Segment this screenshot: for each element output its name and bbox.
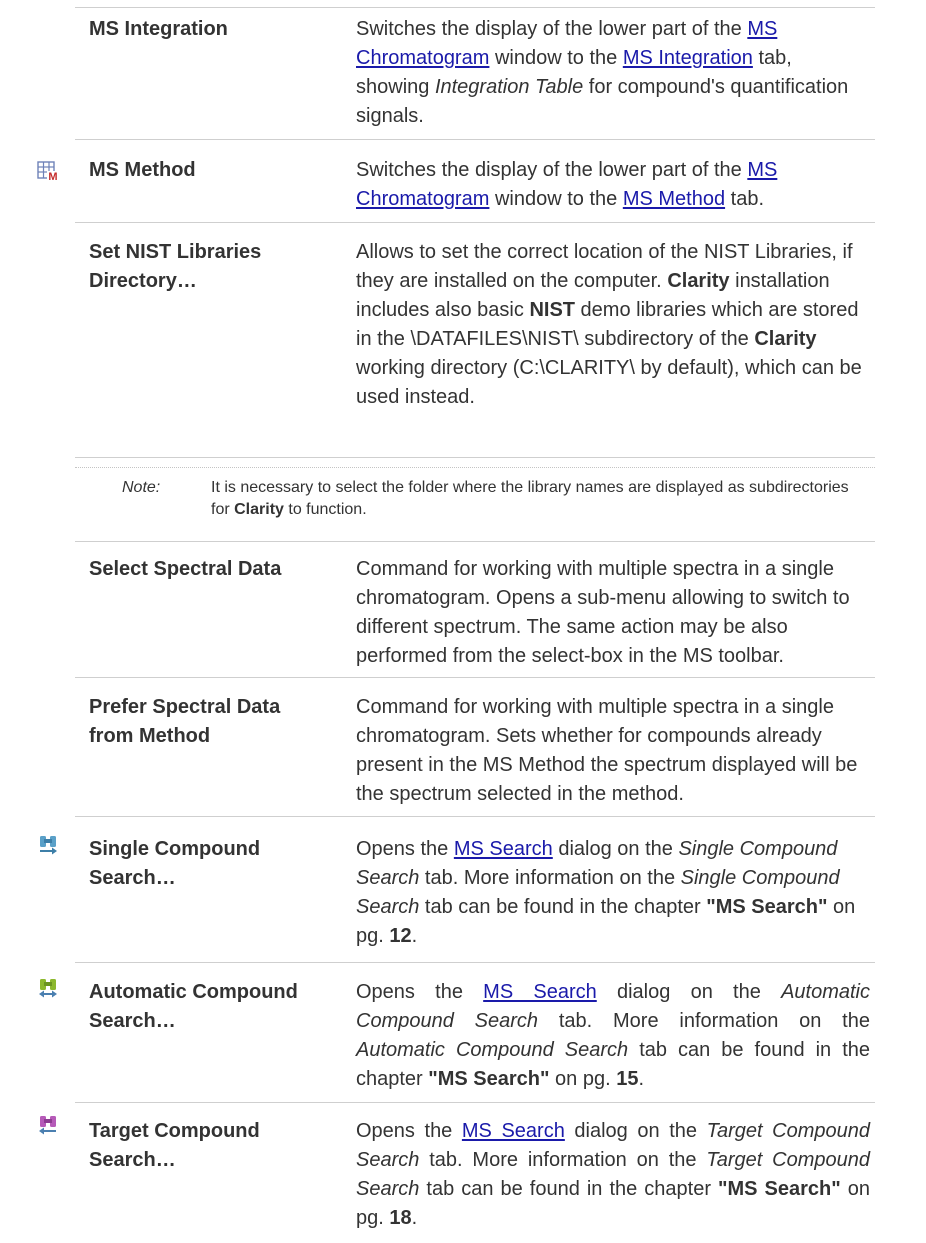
note-divider bbox=[75, 467, 875, 468]
command-name: MS Integration bbox=[89, 18, 228, 40]
binoculars-blue-icon bbox=[40, 836, 57, 855]
row-divider bbox=[75, 541, 875, 542]
ms-method-table-icon: M bbox=[37, 161, 59, 182]
row-divider bbox=[75, 457, 875, 458]
row-divider bbox=[75, 139, 875, 140]
command-description: Allows to set the correct location of th… bbox=[356, 241, 862, 408]
command-name: Select Spectral Data bbox=[89, 558, 282, 580]
binoculars-purple-icon bbox=[39, 1116, 56, 1135]
ms-integration-link[interactable]: MS Integration bbox=[623, 47, 753, 69]
command-name: Single Compound Search… bbox=[89, 838, 261, 889]
row-divider bbox=[75, 816, 875, 817]
command-description: Command for working with multiple spectr… bbox=[356, 696, 858, 805]
command-name: Automatic Compound Search… bbox=[89, 981, 298, 1032]
row-divider bbox=[75, 1102, 875, 1103]
command-description: Command for working with multiple spectr… bbox=[356, 558, 850, 667]
command-description: Opens the MS Search dialog on the Single… bbox=[356, 838, 856, 947]
command-name: MS Method bbox=[89, 159, 196, 181]
ms-search-link[interactable]: MS Search bbox=[462, 1120, 565, 1142]
command-description: Switches the display of the lower part o… bbox=[356, 18, 849, 127]
binoculars-green-icon bbox=[39, 979, 57, 998]
command-description: Switches the display of the lower part o… bbox=[356, 159, 778, 210]
svg-text:M: M bbox=[48, 171, 57, 182]
ms-method-link[interactable]: MS Method bbox=[623, 188, 725, 210]
note-text: It is necessary to select the folder whe… bbox=[211, 479, 849, 518]
row-divider bbox=[75, 7, 875, 8]
command-name: Set NIST Libraries Directory… bbox=[89, 241, 262, 292]
row-divider bbox=[75, 962, 875, 963]
ms-search-link[interactable]: MS Search bbox=[454, 838, 553, 860]
command-description: Opens the MS Search dialog on the Target… bbox=[356, 1120, 870, 1229]
command-description: Opens the MS Search dialog on the Automa… bbox=[356, 981, 871, 1090]
command-name: Prefer Spectral Data from Method bbox=[89, 696, 281, 747]
ms-search-link[interactable]: MS Search bbox=[483, 981, 597, 1003]
row-divider bbox=[75, 677, 875, 678]
row-divider bbox=[75, 222, 875, 223]
command-name: Target Compound Search… bbox=[89, 1120, 260, 1171]
note-label: Note: bbox=[122, 479, 161, 496]
